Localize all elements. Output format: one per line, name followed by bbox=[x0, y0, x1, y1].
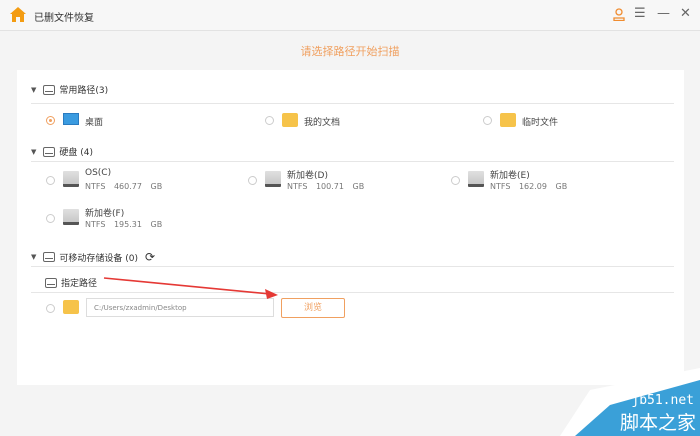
minimize-icon[interactable]: — bbox=[657, 6, 670, 21]
disk-icon bbox=[43, 146, 56, 157]
path-selection-panel: ▼ 常用路径(3) 桌面 我的文档 临时文件 ▼ 硬盘 (4) OS(C) NTFS… bbox=[17, 70, 684, 385]
disk-name[interactable]: 新加卷(F) bbox=[85, 206, 124, 219]
item-temp[interactable]: 临时文件 bbox=[522, 115, 558, 128]
close-icon[interactable]: ✕ bbox=[680, 6, 691, 21]
scan-prompt: 请选择路径开始扫描 bbox=[300, 45, 400, 58]
divider bbox=[31, 103, 674, 104]
disk-info: NTFS 162.09 GB bbox=[490, 182, 567, 191]
monitor-icon bbox=[63, 113, 79, 125]
hard-drive-icon bbox=[468, 171, 484, 187]
collapse-icon[interactable]: ▼ bbox=[31, 86, 36, 94]
disk-name[interactable]: 新加卷(D) bbox=[287, 168, 328, 181]
disk-size: 162.09 GB bbox=[518, 182, 568, 191]
disk-info: NTFS 100.71 GB bbox=[287, 182, 364, 191]
collapse-icon[interactable]: ▼ bbox=[31, 148, 36, 156]
disk-icon bbox=[43, 84, 56, 95]
disk-info: NTFS 195.31 GB bbox=[85, 220, 162, 229]
hard-drive-icon bbox=[265, 171, 281, 187]
disk-icon bbox=[45, 277, 57, 288]
disk-size: 100.71 GB bbox=[315, 182, 365, 191]
watermark-line2: 脚本之家 bbox=[619, 412, 696, 434]
menu-icon[interactable]: ☰ bbox=[634, 6, 646, 21]
collapse-icon[interactable]: ▼ bbox=[31, 253, 36, 261]
folder-icon bbox=[500, 113, 516, 127]
radio-disk-f[interactable] bbox=[46, 214, 55, 223]
disk-size: 195.31 GB bbox=[113, 220, 163, 229]
item-documents[interactable]: 我的文档 bbox=[304, 115, 340, 128]
section-label: 常用路径(3) bbox=[59, 86, 109, 96]
section-removable[interactable]: ▼ 可移动存储设备 (0) ⟳ bbox=[31, 250, 155, 264]
app-title: 已删文件恢复 bbox=[34, 13, 94, 24]
path-input[interactable]: C:/Users/zxadmin/Desktop bbox=[86, 298, 274, 317]
section-common-paths[interactable]: ▼ 常用路径(3) bbox=[31, 83, 108, 96]
divider bbox=[31, 266, 674, 267]
disk-icon bbox=[43, 252, 56, 262]
disk-fs: NTFS bbox=[287, 182, 308, 191]
section-label: 可移动存储设备 (0) bbox=[59, 253, 139, 264]
section-label: 指定路径 bbox=[61, 279, 98, 289]
user-icon[interactable] bbox=[613, 8, 625, 21]
item-desktop[interactable]: 桌面 bbox=[85, 115, 103, 128]
divider bbox=[31, 161, 674, 162]
watermark-line1: jb51.net bbox=[631, 393, 694, 408]
hard-drive-icon bbox=[63, 209, 79, 225]
disk-name[interactable]: 新加卷(E) bbox=[490, 168, 530, 181]
disk-info: NTFS 460.77 GB bbox=[85, 182, 162, 191]
browse-button[interactable]: 浏览 bbox=[281, 298, 345, 318]
radio-custom-path[interactable] bbox=[46, 304, 55, 313]
title-bar: 已删文件恢复 ☰ — ✕ bbox=[0, 0, 700, 31]
home-icon[interactable] bbox=[10, 7, 26, 22]
disk-fs: NTFS bbox=[85, 220, 106, 229]
disk-fs: NTFS bbox=[85, 182, 106, 191]
section-label: 硬盘 (4) bbox=[59, 148, 94, 158]
watermark: jb51.net 脚本之家 bbox=[560, 360, 700, 436]
hard-drive-icon bbox=[63, 171, 79, 187]
radio-disk-c[interactable] bbox=[46, 176, 55, 185]
radio-desktop[interactable] bbox=[46, 116, 55, 125]
annotation-arrow bbox=[103, 277, 278, 299]
radio-disk-e[interactable] bbox=[451, 176, 460, 185]
radio-temp[interactable] bbox=[483, 116, 492, 125]
section-disks[interactable]: ▼ 硬盘 (4) bbox=[31, 145, 93, 158]
radio-documents[interactable] bbox=[265, 116, 274, 125]
folder-icon bbox=[63, 300, 79, 314]
refresh-icon[interactable]: ⟳ bbox=[145, 250, 155, 264]
section-custom-path: 指定路径 bbox=[45, 276, 97, 289]
disk-size: 460.77 GB bbox=[113, 182, 163, 191]
disk-name[interactable]: OS(C) bbox=[85, 168, 111, 178]
radio-disk-d[interactable] bbox=[248, 176, 257, 185]
disk-fs: NTFS bbox=[490, 182, 511, 191]
folder-icon bbox=[282, 113, 298, 127]
